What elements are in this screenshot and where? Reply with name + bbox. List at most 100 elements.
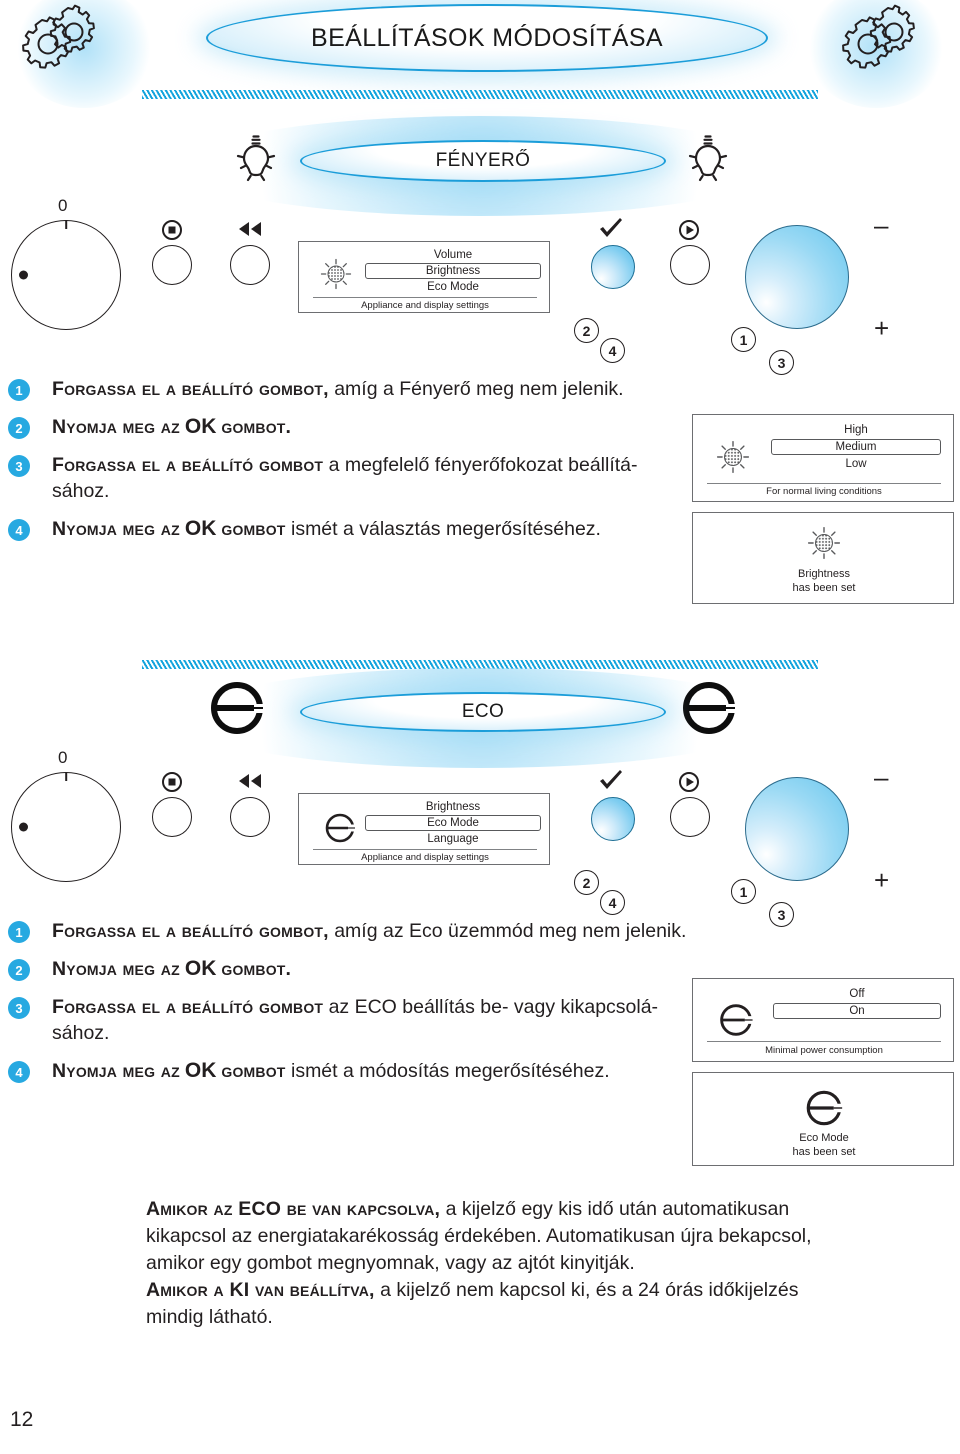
eco-e-icon: [801, 1087, 847, 1129]
brightness-heading-ellipse: FÉNYERŐ: [300, 140, 666, 182]
note-paragraph-2: Amikor a KI van beállítva, a kijelző nem…: [146, 1277, 846, 1331]
knob-indicator-dot: [19, 822, 28, 832]
knob-tick: [65, 220, 67, 229]
gears-icon-right: [842, 2, 916, 69]
eco-level-knob[interactable]: [745, 777, 849, 881]
eco-confirm-display: Eco Mode has been set: [692, 1072, 954, 1166]
eco-marker-4: 4: [600, 890, 625, 915]
step-rest: ismét a választás megerősítéséhez.: [285, 518, 601, 540]
eco-e-icon-left: [206, 678, 268, 736]
menu-divider: [313, 297, 537, 298]
eco-minus-label: –: [874, 762, 889, 792]
step-item: 1 Forgassa el a beállító gombot, amíg az…: [8, 918, 688, 944]
eco-marker-1: 1: [731, 879, 756, 904]
level-row-1-selected[interactable]: Medium: [771, 439, 941, 455]
menu-row-0[interactable]: Volume: [365, 248, 541, 262]
brightness-minus-label: –: [874, 210, 889, 240]
eco-e-icon-right: [678, 678, 740, 736]
step-badge: 1: [8, 379, 30, 401]
eco-steps: 1 Forgassa el a beállító gombot, amíg az…: [8, 918, 688, 1084]
brightness-setting-knob[interactable]: [11, 220, 121, 330]
menu-footer: Appliance and display settings: [361, 300, 489, 311]
eco-confirm-line-1: has been set: [792, 1146, 856, 1158]
step-strong: OK: [184, 957, 217, 980]
play-button-icon: [678, 219, 700, 241]
brightness-menu-display: Volume Brightness Eco Mode Appliance and…: [298, 241, 550, 313]
confirm-line-1: has been set: [792, 582, 856, 594]
page-number: 12: [10, 1408, 34, 1431]
eco-stop-button[interactable]: [152, 797, 192, 837]
lightbulb-icon-left: [232, 130, 280, 188]
eco-toggle-display: Off On Minimal power consumption: [692, 978, 954, 1062]
brightness-marker-2: 2: [574, 318, 599, 343]
note-caps-2: Amikor a KI van beállítva,: [146, 1279, 375, 1301]
brightness-level-display: High Medium Low For normal living condit…: [692, 414, 954, 502]
step-badge: 4: [8, 1061, 30, 1083]
menu-row-1-selected[interactable]: Brightness: [365, 263, 541, 279]
step-badge: 2: [8, 417, 30, 439]
brightness-rewind-button[interactable]: [230, 245, 270, 285]
step-badge: 1: [8, 921, 30, 943]
eco-toggle-row-1-selected[interactable]: On: [773, 1003, 941, 1019]
step-item: 1 Forgassa el a beállító gombot, amíg a …: [8, 376, 678, 402]
brightness-marker-3: 3: [769, 350, 794, 375]
eco-setting-knob[interactable]: [11, 772, 121, 882]
step-text: Forgassa el a beállító gombot, amíg az E…: [52, 918, 686, 944]
eco-plus-label: +: [874, 865, 890, 895]
step-rest: amíg az Eco üzemmód meg nem jelenik.: [328, 920, 687, 942]
step-item: 4 Nyomja meg az OK gombot ismét a módosítá…: [8, 1058, 688, 1084]
note-caps-1: Amikor az ECO be van kapcsolva,: [146, 1198, 441, 1220]
step-item: 2 Nyomja meg az OK gombot.: [8, 956, 688, 982]
play-button-icon: [678, 771, 700, 793]
knob-tick: [65, 772, 67, 781]
step-strong: OK: [184, 415, 217, 438]
eco-knob-zero-label: 0: [58, 748, 68, 767]
checkmark-icon: [597, 770, 625, 794]
eco-ok-button[interactable]: [591, 797, 635, 841]
step-badge: 4: [8, 519, 30, 541]
brightness-confirm-display: Brightness has been set: [692, 512, 954, 604]
step-rest: amíg a Fényerő meg nem jelenik.: [328, 378, 624, 400]
eco-menu-row-2[interactable]: Language: [365, 832, 541, 846]
step-caps: Nyomja meg az: [52, 416, 180, 438]
eco-toggle-footer: Minimal power consumption: [765, 1045, 883, 1056]
brightness-knob-zero-label: 0: [58, 196, 68, 215]
eco-marker-2: 2: [574, 870, 599, 895]
eco-rewind-button[interactable]: [230, 797, 270, 837]
step-item: 3 Forgassa el a beállító gombot az ECO b…: [8, 994, 688, 1046]
brightness-stop-button[interactable]: [152, 245, 192, 285]
confirm-line-0: Brightness: [798, 568, 850, 580]
brightness-level-knob[interactable]: [745, 225, 849, 329]
step-caps2: gombot: [221, 1060, 286, 1082]
level-footer: For normal living conditions: [766, 486, 882, 497]
step-badge: 2: [8, 959, 30, 981]
eco-menu-row-0[interactable]: Brightness: [365, 800, 541, 814]
knob-indicator-dot: [19, 270, 28, 280]
stop-button-icon: [161, 219, 183, 241]
section-divider-eco: [142, 660, 818, 669]
brightness-marker-1: 1: [731, 327, 756, 352]
menu-row-2[interactable]: Eco Mode: [365, 280, 541, 294]
brightness-steps: 1 Forgassa el a beállító gombot, amíg a …: [8, 376, 678, 542]
gears-icon-left: [22, 2, 96, 69]
level-row-2[interactable]: Low: [771, 457, 941, 471]
step-caps: Nyomja meg az: [52, 958, 180, 980]
eco-toggle-row-0[interactable]: Off: [773, 987, 941, 1001]
eco-confirm-line-0: Eco Mode: [799, 1132, 849, 1144]
sun-brightness-icon: [319, 257, 353, 291]
brightness-ok-button[interactable]: [591, 245, 635, 289]
eco-play-button[interactable]: [670, 797, 710, 837]
eco-menu-row-1-selected[interactable]: Eco Mode: [365, 815, 541, 831]
rewind-icon: [236, 219, 264, 239]
step-text: Nyomja meg az OK gombot.: [52, 956, 291, 982]
eco-menu-divider: [313, 849, 537, 850]
brightness-play-button[interactable]: [670, 245, 710, 285]
step-caps2: gombot.: [221, 958, 292, 980]
step-caps2: gombot: [221, 518, 286, 540]
eco-heading-ellipse: ECO: [300, 692, 666, 732]
step-caps: Nyomja meg az: [52, 518, 180, 540]
step-strong: OK: [184, 1059, 217, 1082]
level-row-0[interactable]: High: [771, 423, 941, 437]
step-badge: 3: [8, 997, 30, 1019]
step-caps2: gombot.: [221, 416, 292, 438]
